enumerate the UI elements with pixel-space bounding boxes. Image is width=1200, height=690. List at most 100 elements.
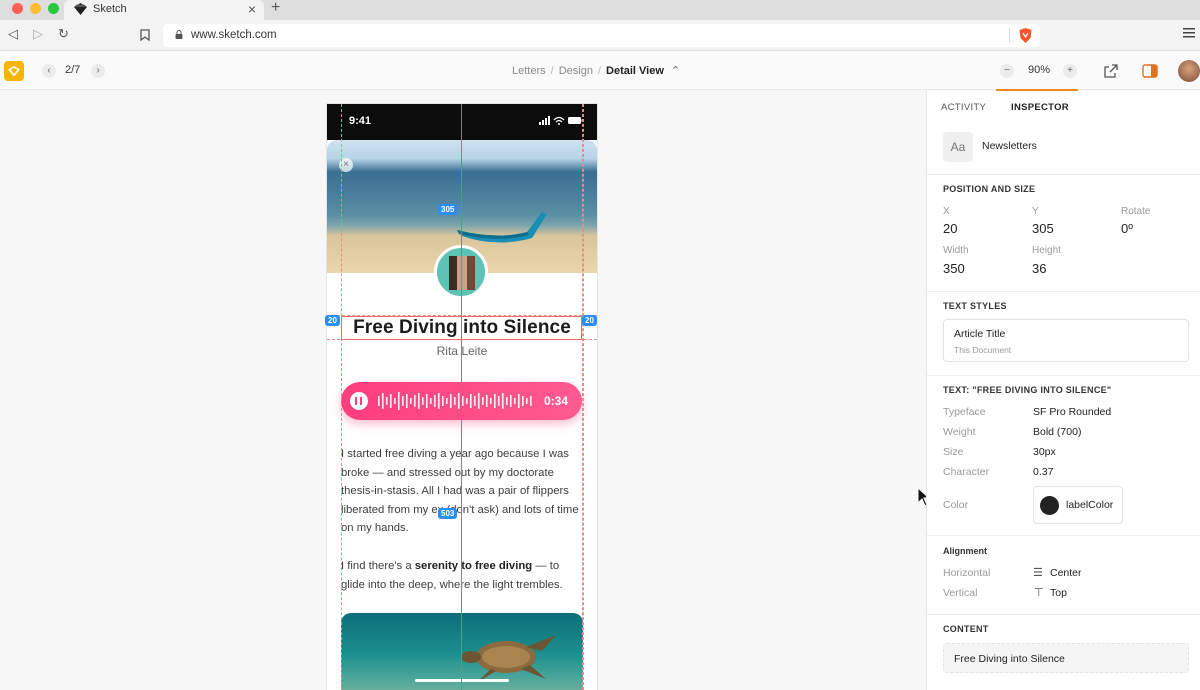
menu-icon[interactable]: [1183, 28, 1195, 38]
color-name: labelColor: [1066, 499, 1114, 511]
content-field[interactable]: Free Diving into Silence: [943, 643, 1189, 673]
reload-icon[interactable]: ↻: [58, 26, 69, 42]
zoom-out-button[interactable]: −: [1000, 64, 1014, 78]
zoom-window-button[interactable]: [48, 3, 59, 14]
status-bar: 9:41: [327, 104, 597, 140]
width-field[interactable]: 350: [943, 261, 965, 276]
x-field[interactable]: 20: [943, 221, 957, 236]
alignment-section: Alignment Horizontal ☰ Center Vertical ⊤…: [927, 536, 1200, 615]
sketch-diamond-icon: [8, 66, 20, 77]
zoom-level[interactable]: 90%: [1028, 64, 1050, 76]
url-text: www.sketch.com: [191, 29, 277, 41]
player-time: 0:34: [543, 394, 568, 408]
tab-title: Sketch: [93, 3, 127, 15]
text-styles-section: TEXT STYLES Article Title This Document: [927, 292, 1200, 376]
close-window-button[interactable]: [12, 3, 23, 14]
content-value: Free Diving into Silence: [954, 653, 1065, 665]
browser-tab[interactable]: Sketch ×: [64, 0, 264, 20]
breadcrumb-letters[interactable]: Letters: [512, 65, 546, 77]
previous-artboard-button[interactable]: ‹: [42, 64, 56, 78]
artboard-detail-view[interactable]: 9:41 × Free Diving into Silence Rita Lei…: [327, 104, 597, 690]
text-style-name: Article Title: [954, 328, 1006, 340]
guide-left-outer: [341, 104, 342, 690]
sketch-toolbar: ‹ 2/7 › Letters / Design / Detail View ⌃ − 9…: [0, 52, 1200, 91]
size-label: Size: [943, 446, 964, 458]
pause-icon[interactable]: [350, 392, 368, 410]
article-paragraph-2[interactable]: I find there's a serenity to free diving…: [341, 557, 583, 594]
author-name[interactable]: Rita Leite: [327, 344, 597, 358]
text-style-picker[interactable]: Article Title This Document: [943, 319, 1189, 362]
align-center-icon[interactable]: ☰: [1033, 566, 1043, 579]
height-field[interactable]: 36: [1032, 261, 1046, 276]
breadcrumb-detail-view[interactable]: Detail View: [606, 65, 664, 77]
rotate-label: Rotate: [1121, 206, 1151, 217]
lock-icon: [175, 30, 183, 39]
symbol-section: Aa Newsletters: [927, 123, 1200, 175]
zoom-in-button[interactable]: +: [1063, 64, 1077, 78]
close-tab-icon[interactable]: ×: [248, 1, 256, 17]
vertical-value[interactable]: Top: [1050, 587, 1067, 599]
text-style-source: This Document: [954, 345, 1012, 355]
typeface-value[interactable]: SF Pro Rounded: [1033, 406, 1111, 418]
minimize-window-button[interactable]: [30, 3, 41, 14]
text-section: TEXT: "FREE DIVING INTO SILENCE" Typefac…: [927, 376, 1200, 536]
waveform-icon: [378, 392, 532, 410]
color-dot: [1040, 496, 1059, 515]
open-external-icon[interactable]: [1103, 63, 1119, 79]
text-layer-icon: Aa: [943, 132, 973, 162]
selection-outline[interactable]: [341, 316, 582, 340]
measure-right: 20: [582, 315, 597, 326]
rotate-field[interactable]: 0º: [1121, 221, 1133, 236]
browser-tab-bar: Sketch × +: [0, 0, 1200, 20]
inspector-tabs: ACTIVITY INSPECTOR: [927, 91, 1200, 123]
sketch-logo[interactable]: [4, 61, 24, 81]
user-avatar[interactable]: [1178, 60, 1200, 82]
y-field[interactable]: 305: [1032, 221, 1054, 236]
inspector-panel: ACTIVITY INSPECTOR Aa Newsletters POSITI…: [926, 91, 1200, 690]
sketch-icon: [74, 3, 87, 15]
tab-activity[interactable]: ACTIVITY: [941, 102, 986, 113]
next-artboard-button[interactable]: ›: [91, 64, 105, 78]
home-indicator: [415, 679, 509, 682]
url-input[interactable]: www.sketch.com: [163, 24, 1040, 47]
artboard-counter: 2/7: [65, 64, 81, 76]
position-size-section: POSITION AND SIZE X 20 Y 305 Rotate 0º W…: [927, 175, 1200, 292]
color-picker[interactable]: labelColor: [1033, 486, 1123, 524]
text-styles-title: TEXT STYLES: [943, 301, 1007, 311]
brave-shield-icon[interactable]: [1019, 28, 1032, 43]
color-label: Color: [943, 499, 969, 511]
new-tab-button[interactable]: +: [271, 0, 280, 17]
address-bar: ◁ ▷ ↻ www.sketch.com: [0, 20, 1200, 51]
content-title: CONTENT: [943, 624, 989, 634]
horizontal-value[interactable]: Center: [1050, 567, 1082, 579]
vertical-label: Vertical: [943, 587, 978, 599]
guide-left-inner: [583, 104, 584, 690]
boat-image: [457, 212, 547, 243]
width-label: Width: [943, 245, 969, 256]
center-guide: [461, 104, 462, 690]
symbol-name[interactable]: Newsletters: [982, 140, 1037, 152]
status-time: 9:41: [349, 115, 372, 127]
size-value[interactable]: 30px: [1033, 446, 1056, 458]
forward-icon[interactable]: ▷: [33, 26, 43, 42]
align-top-icon[interactable]: ⊤: [1034, 586, 1044, 599]
canvas[interactable]: 9:41 × Free Diving into Silence Rita Lei…: [0, 91, 926, 690]
alignment-title: Alignment: [943, 546, 987, 556]
weight-label: Weight: [943, 426, 976, 438]
character-label: Character: [943, 466, 990, 478]
toggle-inspector-icon[interactable]: [1142, 63, 1158, 79]
horizontal-label: Horizontal: [943, 567, 991, 579]
paragraph-2-start: I find there's a: [341, 560, 415, 572]
article-paragraph-1[interactable]: I started free diving a year ago because…: [341, 445, 583, 538]
url-divider: [1009, 28, 1010, 43]
turtle-illustration: [461, 635, 556, 683]
character-value[interactable]: 0.37: [1033, 466, 1053, 478]
text-section-title: TEXT: "FREE DIVING INTO SILENCE": [943, 385, 1112, 395]
weight-value[interactable]: Bold (700): [1033, 426, 1081, 438]
chevron-updown-icon[interactable]: ⌃: [671, 65, 680, 77]
back-icon[interactable]: ◁: [8, 26, 18, 42]
measure-top: 305: [438, 204, 458, 215]
breadcrumb-design[interactable]: Design: [559, 65, 593, 77]
tab-inspector[interactable]: INSPECTOR: [1011, 102, 1069, 113]
bookmark-icon[interactable]: [140, 29, 150, 41]
